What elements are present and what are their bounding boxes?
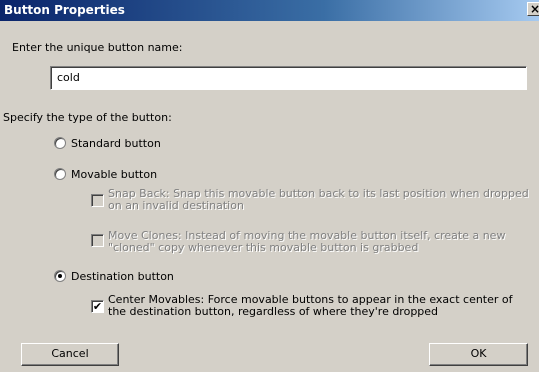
window-title: Button Properties (4, 3, 125, 17)
radio-selected-dot (58, 274, 62, 278)
button-name-input[interactable]: cold (50, 66, 527, 90)
snap-back-label: Snap Back: Snap this movable button back… (108, 187, 529, 212)
name-label: Enter the unique button name: (12, 41, 183, 54)
ok-button[interactable]: OK (429, 343, 528, 366)
close-icon: × (529, 2, 539, 16)
destination-button-radio[interactable] (54, 270, 66, 282)
standard-button-radio[interactable] (54, 137, 66, 149)
standard-button-label[interactable]: Standard button (71, 137, 161, 150)
cancel-button[interactable]: Cancel (21, 343, 119, 366)
type-label: Specify the type of the button: (3, 111, 172, 124)
movable-button-radio[interactable] (54, 168, 66, 180)
center-movables-label: Center Movables: Force movable buttons t… (108, 293, 513, 318)
movable-button-label[interactable]: Movable button (71, 168, 157, 181)
move-clones-checkbox[interactable] (91, 234, 104, 247)
checkmark-icon: ✔ (92, 300, 103, 313)
center-movables-checkbox[interactable]: ✔ (91, 300, 104, 313)
destination-button-label[interactable]: Destination button (71, 270, 174, 283)
title-bar: Button Properties × (0, 0, 539, 21)
move-clones-label: Move Clones: Instead of moving the movab… (108, 229, 506, 254)
snap-back-checkbox[interactable] (91, 194, 104, 207)
close-button[interactable]: × (527, 2, 539, 16)
